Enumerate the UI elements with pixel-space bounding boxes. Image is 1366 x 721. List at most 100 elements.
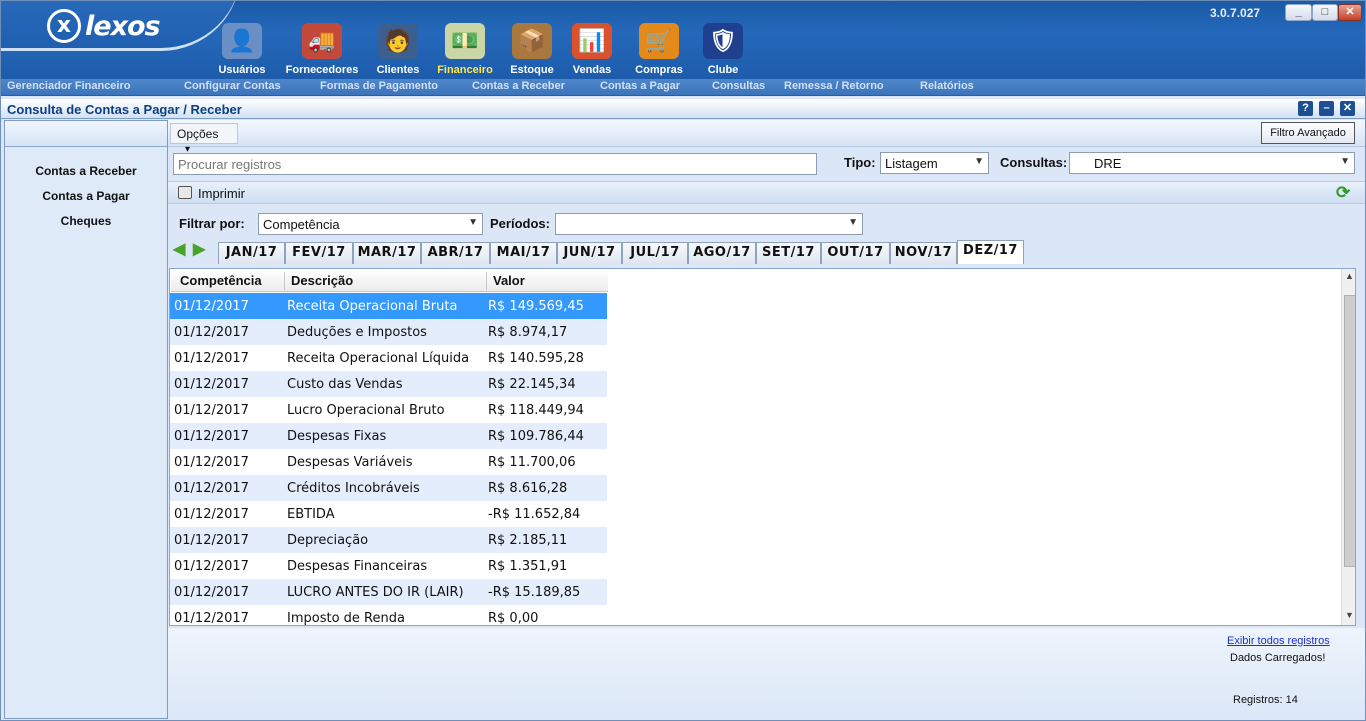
cell-descricao: Despesas Financeiras — [287, 559, 428, 574]
menu-item-consultas[interactable]: Consultas — [712, 80, 765, 92]
table-row[interactable]: 01/12/2017 Receita Operacional Bruta R$ 14… — [170, 293, 607, 319]
options-menu-button[interactable]: Opções ▾ — [170, 123, 238, 155]
cell-valor: R$ 0,00 — [488, 611, 539, 626]
tipo-select[interactable]: Listagem ▼ — [880, 152, 989, 174]
module-label: Clientes — [376, 64, 420, 76]
sales-chart-icon: 📊 — [572, 23, 612, 59]
cell-competencia: 01/12/2017 — [174, 507, 249, 522]
module-clientes[interactable]: 🧑 Clientes — [373, 23, 423, 77]
table-row[interactable]: 01/12/2017 Imposto de Renda R$ 0,00 — [170, 605, 607, 626]
refresh-icon[interactable]: ⟳ — [1336, 183, 1350, 203]
cell-valor: R$ 22.145,34 — [488, 377, 576, 392]
table-header: Competência Descrição Valor — [171, 270, 608, 292]
print-button[interactable]: Imprimir — [198, 186, 245, 201]
show-all-records-link[interactable]: Exibir todos registros — [1227, 635, 1330, 647]
close-window-button[interactable]: ✕ — [1338, 4, 1362, 21]
menu-item-contas-a-receber[interactable]: Contas a Receber — [472, 80, 565, 92]
table-row[interactable]: 01/12/2017 Receita Operacional Líquida R$ … — [170, 345, 607, 371]
minimize-window-button[interactable]: _ — [1285, 4, 1312, 21]
consultas-label: Consultas: — [1000, 155, 1068, 170]
tab-set-17[interactable]: SET/17 — [756, 242, 821, 264]
module-estoque[interactable]: 📦 Estoque — [507, 23, 557, 77]
status-text: Dados Carregados! — [1230, 652, 1326, 664]
table-row[interactable]: 01/12/2017 Custo das Vendas R$ 22.145,34 — [170, 371, 607, 397]
table-row[interactable]: 01/12/2017 Depreciação R$ 2.185,11 — [170, 527, 607, 553]
tab-dez-17[interactable]: DEZ/17 — [957, 240, 1024, 264]
column-divider — [486, 272, 487, 290]
cell-competencia: 01/12/2017 — [174, 481, 249, 496]
chevron-down-icon: ▼ — [468, 217, 478, 228]
cell-valor: R$ 118.449,94 — [488, 403, 584, 418]
minimize-icon[interactable]: – — [1319, 101, 1334, 116]
print-toolbar: Imprimir ⟳ — [168, 181, 1365, 204]
tab-jan-17[interactable]: JAN/17 — [218, 242, 285, 264]
scroll-up-icon[interactable]: ▲ — [1345, 271, 1354, 281]
table-row[interactable]: 01/12/2017 LUCRO ANTES DO IR (LAIR) -R$ 15… — [170, 579, 607, 605]
tab-out-17[interactable]: OUT/17 — [821, 242, 890, 264]
column-divider — [284, 272, 285, 290]
consultas-value: DRE — [1094, 156, 1122, 171]
options-label: Opções — [177, 127, 219, 141]
app-logo: x lexos — [47, 9, 161, 43]
scroll-down-icon[interactable]: ▼ — [1345, 610, 1354, 620]
cell-competencia: 01/12/2017 — [174, 429, 249, 444]
tab-ago-17[interactable]: AGO/17 — [688, 242, 756, 264]
cell-competencia: 01/12/2017 — [174, 299, 249, 314]
vertical-scrollbar[interactable]: ▲ ▼ — [1341, 269, 1355, 625]
filter-by-label: Filtrar por: — [179, 216, 245, 231]
table-row[interactable]: 01/12/2017 Créditos Incobráveis R$ 8.616,2… — [170, 475, 607, 501]
module-clube[interactable]: 🛡 Clube — [703, 23, 743, 77]
table-row[interactable]: 01/12/2017 Despesas Fixas R$ 109.786,44 — [170, 423, 607, 449]
consultas-select[interactable]: DRE ▼ — [1069, 152, 1355, 174]
table-row[interactable]: 01/12/2017 Lucro Operacional Bruto R$ 118.… — [170, 397, 607, 423]
maximize-window-button[interactable]: □ — [1312, 4, 1338, 21]
prev-month-arrow-icon[interactable]: ◀ — [173, 242, 188, 258]
cell-descricao: Depreciação — [287, 533, 369, 548]
menu-item-formas-de-pagamento[interactable]: Formas de Pagamento — [320, 80, 438, 92]
tab-mar-17[interactable]: MAR/17 — [353, 242, 421, 264]
column-header-competencia[interactable]: Competência — [180, 273, 262, 288]
printer-icon[interactable] — [178, 186, 192, 199]
module-financeiro[interactable]: 💵 Financeiro — [435, 23, 495, 77]
menu-item-gerenciador-financeiro[interactable]: Gerenciador Financeiro — [7, 80, 130, 92]
table-row[interactable]: 01/12/2017 Deduções e Impostos R$ 8.974,17 — [170, 319, 607, 345]
tab-mai-17[interactable]: MAI/17 — [490, 242, 557, 264]
module-compras[interactable]: 🛒 Compras — [633, 23, 685, 77]
tab-abr-17[interactable]: ABR/17 — [421, 242, 490, 264]
sidebar-item-contas-a-receber[interactable]: Contas a Receber — [5, 164, 167, 180]
table-row[interactable]: 01/12/2017 EBTIDA -R$ 11.652,84 — [170, 501, 607, 527]
chevron-down-icon: ▼ — [1340, 156, 1350, 167]
truck-icon: 🚚 — [302, 23, 342, 59]
tab-nov-17[interactable]: NOV/17 — [890, 242, 957, 264]
cell-valor: R$ 11.700,06 — [488, 455, 576, 470]
advanced-filter-button[interactable]: Filtro Avançado — [1261, 122, 1355, 144]
sidebar-item-cheques[interactable]: Cheques — [5, 214, 167, 230]
menu-item-relatorios[interactable]: Relatórios — [920, 80, 974, 92]
sidebar-item-contas-a-pagar[interactable]: Contas a Pagar — [5, 189, 167, 205]
filter-by-select[interactable]: Competência ▼ — [258, 213, 483, 235]
cell-competencia: 01/12/2017 — [174, 611, 249, 626]
tab-fev-17[interactable]: FEV/17 — [285, 242, 353, 264]
table-row[interactable]: 01/12/2017 Despesas Financeiras R$ 1.351,9… — [170, 553, 607, 579]
tab-jul-17[interactable]: JUL/17 — [622, 242, 688, 264]
menu-item-configurar-contas[interactable]: Configurar Contas — [184, 80, 281, 92]
module-fornecedores[interactable]: 🚚 Fornecedores — [282, 23, 362, 77]
table-row[interactable]: 01/12/2017 Despesas Variáveis R$ 11.700,06 — [170, 449, 607, 475]
results-table: Competência Descrição Valor 01/12/2017 Re… — [169, 268, 1356, 626]
column-header-valor[interactable]: Valor — [493, 273, 525, 288]
module-vendas[interactable]: 📊 Vendas — [570, 23, 614, 77]
cell-competencia: 01/12/2017 — [174, 377, 249, 392]
cell-competencia: 01/12/2017 — [174, 351, 249, 366]
close-icon[interactable]: ✕ — [1340, 101, 1355, 116]
menu-item-remessa-retorno[interactable]: Remessa / Retorno — [784, 80, 884, 92]
column-header-descricao[interactable]: Descrição — [291, 273, 353, 288]
menu-item-contas-a-pagar[interactable]: Contas a Pagar — [600, 80, 680, 92]
module-label: Vendas — [572, 64, 612, 76]
tab-jun-17[interactable]: JUN/17 — [557, 242, 622, 264]
next-month-arrow-icon[interactable]: ▶ — [193, 242, 208, 258]
help-icon[interactable]: ? — [1298, 101, 1313, 116]
search-input[interactable] — [173, 153, 817, 175]
periods-select[interactable]: ▼ — [555, 213, 863, 235]
scrollbar-thumb[interactable] — [1344, 295, 1355, 567]
module-usuarios[interactable]: 👤 Usuários — [217, 23, 267, 77]
